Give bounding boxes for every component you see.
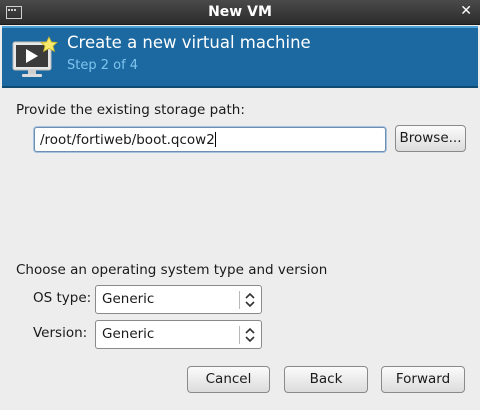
cancel-button[interactable]: Cancel (187, 366, 270, 393)
close-icon[interactable]: ✕ (460, 3, 472, 19)
wizard-step: Step 2 of 4 (67, 58, 139, 73)
wizard-title: Create a new virtual machine (67, 33, 311, 52)
combo-separator (239, 326, 240, 344)
window-titlebar[interactable]: New VM ✕ (0, 0, 480, 25)
storage-path-label: Provide the existing storage path: (16, 102, 245, 118)
text-caret (214, 132, 216, 147)
storage-path-input[interactable]: /root/fortiweb/boot.qcow2 (34, 127, 386, 152)
version-value: Generic (102, 326, 155, 342)
window-title: New VM (208, 4, 272, 20)
combo-separator (239, 291, 240, 309)
back-button[interactable]: Back (284, 366, 368, 393)
wizard-header: Create a new virtual machine Step 2 of 4 (2, 26, 478, 88)
os-type-value: Generic (102, 291, 155, 307)
os-type-select[interactable]: Generic (95, 285, 262, 314)
browse-button[interactable]: Browse... (395, 125, 466, 152)
os-type-label: OS type: (33, 290, 92, 306)
up-down-arrows-icon (245, 327, 255, 343)
up-down-arrows-icon (245, 292, 255, 308)
vm-monitor-icon (12, 36, 58, 77)
version-label: Version: (33, 325, 88, 341)
version-select[interactable]: Generic (95, 320, 262, 349)
os-section-label: Choose an operating system type and vers… (16, 262, 328, 278)
storage-path-value: /root/fortiweb/boot.qcow2 (40, 132, 215, 148)
forward-button[interactable]: Forward (381, 366, 465, 393)
